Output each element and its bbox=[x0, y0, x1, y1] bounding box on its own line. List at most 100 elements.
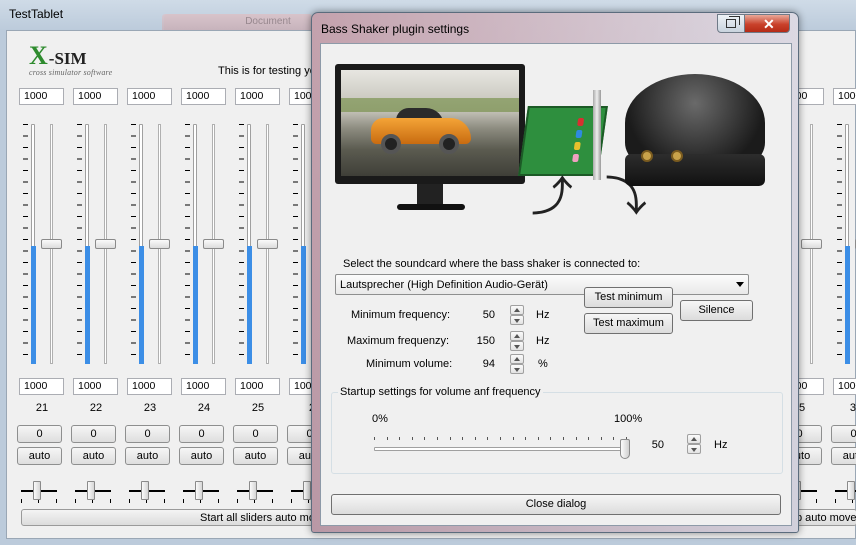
channel-min-input[interactable]: 1000 bbox=[833, 378, 856, 395]
channel-mini-slider[interactable] bbox=[129, 475, 165, 505]
slider-channel: 1000 1000 22 0 auto bbox=[69, 31, 123, 540]
slider-ticks bbox=[77, 124, 82, 364]
channel-max-input[interactable]: 1000 bbox=[19, 88, 64, 105]
tick bbox=[75, 499, 76, 503]
min-frequency-spinner[interactable] bbox=[510, 305, 524, 325]
test-minimum-button[interactable]: Test minimum bbox=[584, 287, 673, 308]
spin-up-icon[interactable] bbox=[510, 354, 524, 364]
channel-auto-button[interactable]: auto bbox=[71, 447, 116, 465]
channel-max-input[interactable]: 1000 bbox=[181, 88, 226, 105]
spin-up-icon[interactable] bbox=[687, 434, 701, 444]
channel-zero-button[interactable]: 0 bbox=[831, 425, 856, 443]
monitor-base bbox=[397, 204, 465, 210]
slider-tick bbox=[538, 437, 539, 440]
channel-min-input[interactable]: 1000 bbox=[181, 378, 226, 395]
channel-zero-button[interactable]: 0 bbox=[71, 425, 116, 443]
close-window-button[interactable]: ✕ bbox=[744, 14, 790, 33]
channel-auto-button[interactable]: auto bbox=[233, 447, 278, 465]
channel-auto-button[interactable]: auto bbox=[179, 447, 224, 465]
channel-mini-slider[interactable] bbox=[237, 475, 273, 505]
channel-mini-slider[interactable] bbox=[21, 475, 57, 505]
mini-slider-thumb[interactable] bbox=[33, 481, 41, 500]
tick bbox=[237, 499, 238, 503]
slider-ticks bbox=[185, 124, 190, 364]
slider-thumb[interactable] bbox=[203, 239, 224, 249]
spin-up-icon[interactable] bbox=[510, 305, 524, 315]
restore-button[interactable] bbox=[717, 14, 745, 33]
channel-min-input[interactable]: 1000 bbox=[73, 378, 118, 395]
mini-slider-thumb[interactable] bbox=[249, 481, 257, 500]
mini-slider-thumb[interactable] bbox=[87, 481, 95, 500]
tick bbox=[164, 499, 165, 503]
max-frequency-value[interactable]: 150 bbox=[465, 335, 495, 347]
slider-thumb[interactable] bbox=[801, 239, 822, 249]
channel-min-input[interactable]: 1000 bbox=[127, 378, 172, 395]
slider-thumb[interactable] bbox=[620, 439, 630, 459]
mini-slider-thumb[interactable] bbox=[847, 481, 855, 500]
slider-tick bbox=[475, 437, 476, 440]
slider-tick bbox=[613, 437, 614, 440]
spin-down-icon[interactable] bbox=[510, 315, 524, 325]
startup-group-title: Startup settings for volume anf frequenc… bbox=[338, 386, 543, 398]
slider-thumb[interactable] bbox=[149, 239, 170, 249]
slider-thumb[interactable] bbox=[257, 239, 278, 249]
slider-thumb[interactable] bbox=[41, 239, 62, 249]
card-bracket bbox=[593, 90, 601, 180]
spin-up-icon[interactable] bbox=[510, 331, 524, 341]
close-dialog-button[interactable]: Close dialog bbox=[331, 494, 781, 515]
startup-volume-slider[interactable] bbox=[374, 437, 630, 465]
slider-fill bbox=[139, 246, 144, 364]
startup-frequency-value[interactable]: 50 bbox=[634, 439, 664, 451]
mini-slider-thumb[interactable] bbox=[141, 481, 149, 500]
min-volume-spinner[interactable] bbox=[510, 354, 524, 374]
slider-thumb[interactable] bbox=[95, 239, 116, 249]
min-volume-value[interactable]: 94 bbox=[465, 358, 495, 370]
spin-down-icon[interactable] bbox=[510, 341, 524, 351]
channel-max-input[interactable]: 1000 bbox=[127, 88, 172, 105]
slider-tick bbox=[462, 437, 463, 440]
channel-min-input[interactable]: 1000 bbox=[235, 378, 280, 395]
slider-tick bbox=[399, 437, 400, 440]
tick bbox=[816, 499, 817, 503]
startup-frequency-spinner[interactable] bbox=[687, 434, 701, 454]
card-connector bbox=[577, 118, 585, 126]
max-frequency-spinner[interactable] bbox=[510, 331, 524, 351]
slider-fill bbox=[31, 246, 36, 364]
channel-min-input[interactable]: 1000 bbox=[19, 378, 64, 395]
slider-tick bbox=[576, 437, 577, 440]
tick bbox=[129, 499, 130, 503]
mini-slider-thumb[interactable] bbox=[303, 481, 311, 500]
channel-zero-button[interactable]: 0 bbox=[125, 425, 170, 443]
ghost-tab-label: Document bbox=[164, 14, 312, 30]
channel-auto-button[interactable]: auto bbox=[831, 447, 856, 465]
spin-down-icon[interactable] bbox=[687, 444, 701, 454]
slider-ticks bbox=[131, 124, 136, 364]
test-maximum-button[interactable]: Test maximum bbox=[584, 313, 673, 334]
channel-max-input[interactable]: 1000 bbox=[73, 88, 118, 105]
min-volume-label: Minimum volume: bbox=[366, 358, 453, 370]
min-frequency-value[interactable]: 50 bbox=[465, 309, 495, 321]
channel-zero-button[interactable]: 0 bbox=[179, 425, 224, 443]
slider-tick bbox=[550, 437, 551, 440]
channel-max-input[interactable]: 1000 bbox=[833, 88, 856, 105]
slider-fill bbox=[193, 246, 198, 364]
channel-mini-slider[interactable] bbox=[183, 475, 219, 505]
card-connector bbox=[573, 142, 581, 150]
channel-mini-slider[interactable] bbox=[835, 475, 856, 505]
hz-unit: Hz bbox=[714, 439, 728, 451]
slider-ticks bbox=[239, 124, 244, 364]
bass-shaker-dialog: Bass Shaker plugin settings ✕ ⤴ ⤵ Select… bbox=[311, 12, 799, 533]
silence-button[interactable]: Silence bbox=[680, 300, 753, 321]
spin-down-icon[interactable] bbox=[510, 364, 524, 374]
soundcard-dropdown[interactable]: Lautsprecher (High Definition Audio-Gerä… bbox=[335, 274, 749, 295]
channel-auto-button[interactable]: auto bbox=[125, 447, 170, 465]
channel-zero-button[interactable]: 0 bbox=[233, 425, 278, 443]
channel-auto-button[interactable]: auto bbox=[17, 447, 62, 465]
tick bbox=[272, 499, 273, 503]
mini-slider-thumb[interactable] bbox=[195, 481, 203, 500]
channel-mini-slider[interactable] bbox=[75, 475, 111, 505]
tick bbox=[291, 499, 292, 503]
channel-zero-button[interactable]: 0 bbox=[17, 425, 62, 443]
slider-fill bbox=[845, 246, 850, 364]
channel-max-input[interactable]: 1000 bbox=[235, 88, 280, 105]
